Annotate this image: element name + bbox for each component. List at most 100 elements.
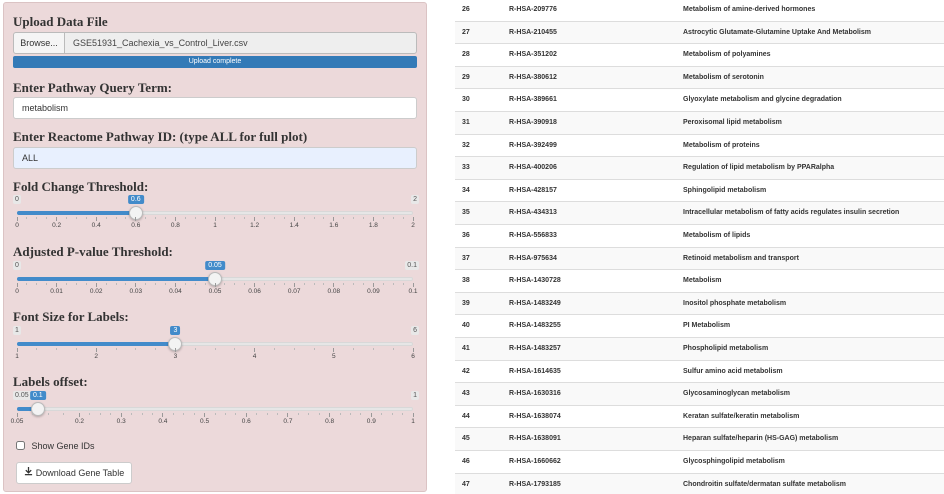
- row-number: 31: [462, 119, 470, 126]
- adj-pvalue-tick-label: 0.08: [327, 288, 341, 295]
- pathway-name: Inositol phosphate metabolism: [683, 299, 787, 307]
- row-number: 34: [462, 186, 470, 194]
- query-input[interactable]: metabolism: [13, 97, 417, 119]
- labels-offset-tick-label: 1: [411, 418, 415, 425]
- table-row: 30 R-HSA-389661 Glyoxylate metabolism and …: [455, 88, 944, 111]
- download-gene-table-button[interactable]: Download Gene Table: [16, 462, 132, 484]
- fold-change-minor-tick: [184, 217, 186, 219]
- fold-change-minor-tick: [66, 217, 67, 219]
- fold-change-minor-tick: [26, 217, 28, 219]
- table-row: 42 R-HSA-1614635 Sulfur amino acid metabol…: [455, 359, 944, 383]
- adj-pvalue-tick-label: 0.03: [129, 288, 143, 295]
- show-gene-ids-label[interactable]: Show Gene IDs: [32, 441, 95, 451]
- labels-offset-minor-tick: [318, 413, 320, 415]
- font-size-minor-tick: [115, 348, 117, 350]
- fold-change-tick: [372, 217, 374, 221]
- fold-change-tick-label: 0.8: [170, 222, 180, 229]
- file-name-field[interactable]: GSE51931_Cachexia_vs_Control_Liver.csv: [64, 32, 417, 54]
- pathway-id: R-HSA-1483255: [509, 322, 561, 330]
- browse-button[interactable]: Browse...: [13, 32, 65, 54]
- adj-pvalue-minor-tick: [26, 283, 28, 285]
- fold-change-minor-tick: [125, 217, 127, 219]
- table-row: 28 R-HSA-351202 Metabolism of polyamines: [455, 43, 944, 66]
- adj-pvalue-tick: [372, 283, 374, 287]
- adj-pvalue-minor-tick: [313, 283, 315, 285]
- row-number: 39: [462, 299, 470, 307]
- adj-pvalue-tick: [333, 283, 335, 287]
- row-number: 44: [462, 412, 470, 420]
- font-size-tick-label: 1: [15, 353, 19, 360]
- labels-offset-tick-label: 0.4: [158, 418, 168, 425]
- fold-change-minor-tick: [75, 217, 77, 219]
- adj-pvalue-tick-label: 0.09: [367, 288, 380, 295]
- adj-pvalue-ticks: 0 0.01 0.02 0.03 0.04 0.05 0.06 0.07 0.08 0.09 0.1: [15, 283, 418, 299]
- labels-offset-minor-tick: [391, 413, 393, 415]
- fold-change-minor-tick: [343, 217, 345, 219]
- labels-offset-minor-tick: [402, 413, 404, 415]
- font-size-minor-tick: [372, 348, 374, 350]
- labels-offset-minor-tick: [141, 413, 143, 415]
- font-size-minor-tick: [353, 348, 355, 350]
- row-number: 36: [462, 232, 470, 239]
- adj-pvalue-minor-tick: [85, 283, 87, 285]
- row-number: 43: [462, 390, 470, 398]
- labels-offset-minor-tick: [110, 413, 112, 415]
- download-icon: [24, 463, 34, 483]
- pathway-id: R-HSA-400206: [509, 164, 557, 172]
- labels-offset-minor-tick: [99, 413, 101, 415]
- fold-change-minor-tick: [234, 217, 236, 219]
- labels-offset-slider[interactable]: 0.05 1 0.1 0.05 0.2 0.3 0.4 0.5 0.6 0.7 0.8 0.9 1: [11, 391, 419, 437]
- pathway-name: Glyoxylate metabolism and glycine degrad…: [683, 96, 842, 104]
- labels-offset-tick: [412, 413, 414, 417]
- fold-change-slider[interactable]: 0 2 0.6 0 0.2 0.4 0.6 0.8 1 1.2 1.4 1.6 1.8 2: [13, 195, 419, 241]
- fold-change-tick-label: 0.6: [131, 222, 141, 229]
- fold-change-minor-tick: [165, 217, 166, 219]
- row-number: 42: [462, 367, 470, 375]
- adj-pvalue-slider[interactable]: 0 0.1 0.05 0 0.01 0.02 0.03 0.04 0.05 0.06 0.07 0.0…: [13, 261, 419, 307]
- font-size-slider[interactable]: 163123456: [13, 326, 419, 372]
- adj-pvalue-heading: Adjusted P-value Threshold:: [13, 244, 173, 259]
- adj-pvalue-value-label: 0.05: [205, 261, 225, 270]
- pathway-name: Peroxisomal lipid metabolism: [683, 119, 782, 126]
- fold-change-minor-tick: [392, 217, 394, 219]
- row-number: 27: [462, 28, 470, 36]
- labels-offset-minor-tick: [172, 413, 174, 415]
- pathway-name: Metabolism of proteins: [683, 141, 760, 149]
- fold-change-tick: [56, 217, 58, 221]
- labels-offset-tick-label: 0.6: [241, 418, 251, 425]
- adj-pvalue-minor-tick: [273, 283, 275, 285]
- labels-offset-tick: [370, 413, 372, 417]
- row-number: 28: [462, 51, 470, 59]
- labels-offset-minor-tick: [339, 413, 341, 415]
- font-size-tick-label: 4: [252, 353, 257, 360]
- pathway-name: Metabolism: [683, 277, 722, 285]
- fold-change-minor-tick: [283, 217, 285, 219]
- adj-pvalue-minor-tick: [392, 283, 394, 285]
- adj-pvalue-tick-label: 0.01: [50, 288, 63, 295]
- show-gene-ids-checkbox[interactable]: [16, 441, 25, 451]
- fold-change-value-label: 0.6: [127, 195, 144, 204]
- adj-pvalue-minor-tick: [234, 283, 236, 285]
- font-size-minor-tick: [75, 348, 77, 350]
- labels-offset-tick: [204, 413, 206, 417]
- font-size-minor-tick: [313, 348, 315, 350]
- fold-change-tick: [333, 217, 335, 221]
- file-input[interactable]: Browse... GSE51931_Cachexia_vs_Control_L…: [13, 32, 417, 54]
- font-size-tick-label: 6: [411, 353, 415, 360]
- pathway-id: R-HSA-434313: [509, 209, 557, 217]
- adj-pvalue-tick-label: 0: [15, 288, 19, 295]
- fold-change-minor-tick: [323, 217, 325, 219]
- adj-pvalue-minor-tick: [224, 283, 226, 285]
- download-gene-table-label: Download Gene Table: [35, 468, 125, 478]
- adj-pvalue-tick-label: 0.04: [169, 288, 182, 295]
- font-size-tick: [95, 348, 97, 352]
- adj-pvalue-tick-label: 0.1: [408, 288, 418, 295]
- adj-pvalue-tick: [16, 283, 18, 287]
- labels-offset-tick-label: 0.9: [366, 418, 376, 425]
- labels-offset-minor-tick: [193, 413, 195, 415]
- adj-pvalue-tick: [95, 283, 97, 287]
- show-gene-ids-row[interactable]: Show Gene IDs: [16, 440, 95, 452]
- adj-pvalue-tick: [174, 283, 176, 287]
- pathway-id-input[interactable]: ALL: [13, 147, 417, 169]
- pathway-name: Metabolism of amine-derived hormones: [683, 6, 816, 13]
